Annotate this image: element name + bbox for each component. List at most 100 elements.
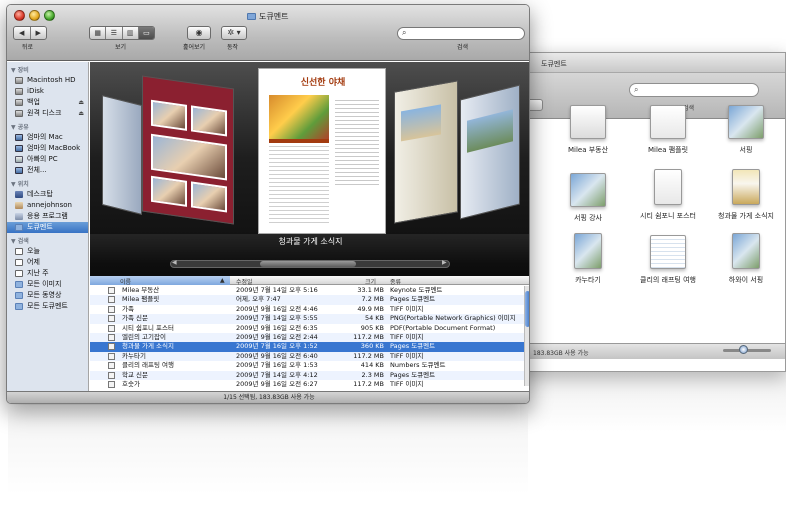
column-header-date[interactable]: 수정일 — [236, 277, 253, 286]
sidebar-item-label: 오늘 — [27, 247, 40, 255]
icon-item[interactable]: Milea 팸플릿 — [623, 105, 713, 155]
sidebar-heading[interactable]: ▼ 위치 — [7, 176, 88, 189]
sidebar-item[interactable]: 응용 프로그램 — [7, 211, 88, 222]
sidebar-item[interactable]: 원격 디스크 ⏏ — [7, 108, 88, 119]
coverflow-pane[interactable]: 신선한 야채 청과물 가게 소식지 ◀ ▶ — [90, 62, 529, 276]
spreadsheet-icon — [650, 235, 686, 269]
sidebar-item[interactable]: iDisk — [7, 86, 88, 97]
back-arrow-icon[interactable]: ◀ — [14, 27, 30, 39]
icon-item-label: 서핑 — [739, 146, 753, 154]
icon-item[interactable]: 서핑 강사 — [543, 173, 633, 223]
table-row[interactable]: 가족 2009년 9월 16일 오전 4:46 49.9 MB TIFF 이미지 — [90, 305, 524, 314]
photo-icon — [570, 173, 606, 207]
minimize-button[interactable] — [29, 10, 40, 21]
quicklook-button[interactable]: ◉ — [187, 26, 211, 40]
table-row[interactable]: 호숫가 2009년 9월 16일 오전 6:27 117.2 MB TIFF 이미지 — [90, 380, 524, 389]
icon-item[interactable]: 시티 쉼포니 포스터 — [623, 169, 713, 221]
column-header-name[interactable]: 이름 ▲ — [90, 276, 230, 286]
table-row[interactable]: Milea 팸플릿 어제, 오후 7:47 7.2 MB Pages 도큐멘트 — [90, 295, 524, 305]
sidebar-item-label: annejohnson — [27, 201, 72, 209]
sidebar-item[interactable]: 엄마의 Mac — [7, 132, 88, 143]
search-field[interactable]: ⌕ — [397, 27, 525, 40]
eye-icon: ◉ — [195, 28, 203, 37]
table-row-selected[interactable]: 청과물 가게 소식지 2009년 7월 16일 오후 1:52 360 KB Page… — [90, 342, 524, 352]
sidebar-item-label: 모든 동영상 — [27, 291, 62, 299]
column-header-size[interactable]: 크기 — [365, 277, 376, 286]
icon-item[interactable]: Milea 부동산 — [543, 105, 633, 155]
disk-icon — [15, 99, 23, 106]
row-name: 엘린의 고기잡이 — [122, 332, 166, 341]
icon-item[interactable]: 클리의 래프팅 여행 — [623, 235, 713, 285]
cover-thumbnail[interactable] — [394, 80, 458, 224]
sidebar-item[interactable]: 어제 — [7, 257, 88, 268]
action-button[interactable]: ✲ ▾ — [221, 26, 247, 40]
table-row[interactable]: 시티 쉼포니 포스터 2009년 9월 16일 오전 6:35 905 KB PDF(… — [90, 324, 524, 333]
forward-arrow-icon[interactable]: ▶ — [29, 27, 47, 39]
sidebar-item[interactable]: 모든 도큐멘트 — [7, 301, 88, 312]
eject-icon[interactable]: ⏏ — [78, 108, 84, 119]
folder-icon — [15, 224, 23, 231]
icon-item[interactable]: 하와이 서핑 — [701, 233, 785, 285]
list-scroll-thumb[interactable] — [525, 291, 529, 327]
cover-thumbnail[interactable] — [460, 84, 520, 220]
row-name: Milea 부동산 — [122, 286, 160, 294]
photo-thumbnail — [151, 99, 187, 131]
table-row[interactable]: 엘린의 고기잡이 2009년 9월 16일 오전 2:44 117.2 MB TIFF… — [90, 332, 524, 343]
document-icon — [570, 105, 606, 139]
cover-thumbnail[interactable] — [102, 95, 142, 215]
sidebar-heading[interactable]: ▼ 검색 — [7, 233, 88, 246]
sidebar-item[interactable]: Macintosh HD — [7, 75, 88, 86]
icon-size-slider-knob[interactable] — [739, 345, 748, 354]
sidebar: ▼ 장비 Macintosh HD iDisk 백업 ⏏ 원격 디스크 ⏏ ▼ 공유… — [7, 62, 89, 398]
sidebar-item-selected[interactable]: 도큐멘트 — [7, 222, 88, 233]
cover-selected-document[interactable]: 신선한 야채 — [258, 68, 386, 234]
folder-icon — [247, 13, 256, 20]
column-view-icon[interactable]: ▥ — [121, 27, 138, 39]
sidebar-item[interactable]: 백업 ⏏ — [7, 97, 88, 108]
row-date: 2009년 7월 16일 오후 1:52 — [236, 342, 318, 351]
smart-folder-icon — [15, 303, 23, 310]
eject-icon[interactable]: ⏏ — [78, 97, 84, 108]
icon-item[interactable]: 서핑 — [701, 105, 785, 155]
photo-thumbnail — [401, 104, 441, 142]
scroll-right-arrow-icon[interactable]: ▶ — [442, 259, 447, 266]
table-row[interactable]: 가족 신문 2009년 7월 14일 오후 5:55 54 KB PNG(Portab… — [90, 314, 524, 324]
icon-view-icon[interactable]: ▦ — [90, 27, 105, 39]
table-row[interactable]: 카누타기 2009년 9월 16일 오전 6:40 117.2 MB TIFF 이미지 — [90, 351, 524, 362]
floor-reflection — [520, 372, 786, 432]
file-icon — [108, 352, 115, 360]
finder-window[interactable]: 도큐멘트 ◀ ▶ 뒤로 ▦ ☰ ▥ ▭ 보기 ◉ 훑어보기 ✲ ▾ 동작 ⌕ 검… — [6, 4, 530, 404]
back-finder-window[interactable]: 도큐멘트 ⌕ 검색 보기 이지 장비 원 Milea 부동산 Milea 팸플릿… — [500, 52, 786, 372]
search-input[interactable] — [412, 29, 520, 39]
zoom-button[interactable] — [44, 10, 55, 21]
table-row[interactable]: 학교 신문 2009년 7월 14일 오후 4:12 2.3 MB Pages 도큐멘… — [90, 370, 524, 380]
sidebar-item[interactable]: 엄마의 MacBook — [7, 143, 88, 154]
sidebar-item[interactable]: annejohnson — [7, 200, 88, 211]
file-icon — [108, 371, 115, 379]
close-button[interactable] — [14, 10, 25, 21]
sidebar-item[interactable]: 오늘 — [7, 246, 88, 257]
back-search-input[interactable]: ⌕ — [629, 83, 759, 97]
coverflow-scroll-thumb[interactable] — [260, 261, 356, 267]
table-row[interactable]: Milea 부동산 2009년 7월 14일 오후 5:16 33.1 MB Keyn… — [90, 286, 524, 295]
row-size: 33.1 MB — [357, 286, 384, 294]
icon-item[interactable]: 카누타기 — [543, 233, 633, 285]
sidebar-heading[interactable]: ▼ 공유 — [7, 119, 88, 132]
sidebar-item[interactable]: 모든 동영상 — [7, 290, 88, 301]
icon-item[interactable]: 청과물 가게 소식지 — [701, 169, 785, 221]
coverflow-view-icon[interactable]: ▭ — [137, 27, 154, 39]
sidebar-item[interactable]: 아빠의 PC — [7, 154, 88, 165]
sidebar-item[interactable]: 모든 이미지 — [7, 279, 88, 290]
sidebar-item[interactable]: 지난 주 — [7, 268, 88, 279]
sidebar-heading[interactable]: ▼ 장비 — [7, 62, 88, 75]
sidebar-item[interactable]: 데스크탑 — [7, 189, 88, 200]
row-kind: Pages 도큐멘트 — [390, 370, 436, 379]
row-date: 2009년 9월 16일 오전 6:35 — [236, 323, 318, 332]
scroll-left-arrow-icon[interactable]: ◀ — [172, 259, 177, 266]
list-view-icon[interactable]: ☰ — [105, 27, 121, 39]
table-row[interactable]: 클리의 래프팅 여행 2009년 7월 16일 오후 1:53 414 KB Numb… — [90, 361, 524, 370]
sidebar-item[interactable]: 전체... — [7, 165, 88, 176]
sidebar-item-label: 엄마의 MacBook — [27, 144, 81, 152]
cover-thumbnail[interactable] — [142, 75, 234, 225]
column-header-kind[interactable]: 종류 — [390, 277, 401, 286]
